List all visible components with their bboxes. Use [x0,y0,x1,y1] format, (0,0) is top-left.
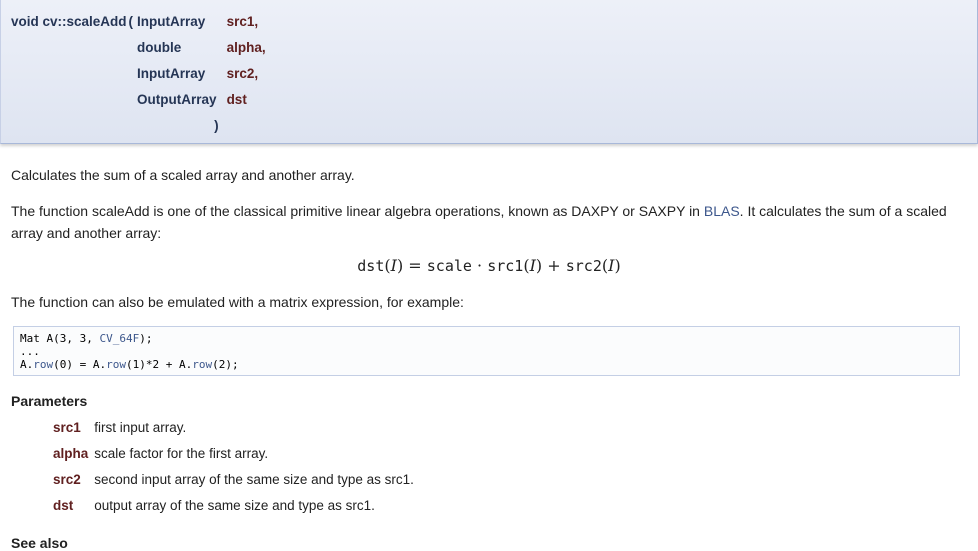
param-name: src1, [226,13,259,29]
param-type: OutputArray [137,91,217,107]
formula-eq: = [408,256,422,275]
parameters-table: src1 first input array. alpha scale fact… [53,414,414,518]
formula-arg: I [608,256,615,275]
param-name: dst [226,91,247,107]
formula-dot: · [477,256,483,275]
param-row: alpha scale factor for the first array. [53,440,414,466]
formula-arg: I [390,256,397,275]
param-type: double [137,39,182,55]
signature-table: void cv::scaleAdd ( InputArray src1, dou… [11,8,268,138]
code-fragment: Mat A(3, 3, CV_64F); ... A.row(0) = A.ro… [13,326,960,376]
close-paren: ) [214,117,219,133]
param-type: InputArray [137,65,206,81]
function-name: void cv::scaleAdd [11,13,127,29]
param-row: dst output array of the same size and ty… [53,492,414,518]
detailed-description: The function scaleAdd is one of the clas… [11,200,961,244]
code-text: (2); [212,358,239,371]
code-text: A. [20,358,34,371]
detail-text-after-link: . It calculates the sum of a scaled [739,203,947,219]
param-name: alpha, [226,39,266,55]
param-row-name: dst [53,497,74,513]
param-row-desc: first input array. [94,419,187,435]
param-name: src2, [226,65,259,81]
param-row-name: src2 [53,471,81,487]
blas-link[interactable]: BLAS [704,203,740,219]
detail-text: The function scaleAdd is one of the clas… [11,203,700,219]
formula-scale: scale [426,257,472,275]
formula-src1: src1 [487,257,524,275]
see-also-heading: See also [11,535,68,551]
code-keyword[interactable]: row [192,358,212,371]
code-keyword[interactable]: row [106,358,126,371]
formula: dst(I) = scale · src1(I) + src2(I) [357,256,621,275]
formula-plus: + [547,256,561,275]
brief-description: Calculates the sum of a scaled array and… [11,167,355,183]
param-row-desc: output array of the same size and type a… [94,497,375,513]
function-signature-box: void cv::scaleAdd ( InputArray src1, dou… [0,0,978,144]
param-row-desc: second input array of the same size and … [94,471,414,487]
code-line: Mat A(3, 3, CV_64F); [20,332,152,345]
param-type: InputArray [137,13,206,29]
param-row-name: alpha [53,445,89,461]
param-row: src2 second input array of the same size… [53,466,414,492]
formula-src2: src2 [565,257,602,275]
formula-dst: dst [357,257,385,275]
parameters-heading: Parameters [11,393,88,409]
open-paren: ( [128,13,134,29]
code-text: Mat A(3, 3, [20,332,100,345]
code-text: (1)*2 + A. [125,358,193,371]
code-text: (0) = A. [53,358,107,371]
emulate-text: The function can also be emulated with a… [11,294,464,310]
code-keyword[interactable]: CV_64F [99,332,139,345]
code-line: ... [20,345,40,358]
code-keyword[interactable]: row [33,358,53,371]
code-text: ); [139,332,153,345]
param-row-desc: scale factor for the first array. [94,445,269,461]
param-row: src1 first input array. [53,414,414,440]
param-row-name: src1 [53,419,81,435]
code-line: A.row(0) = A.row(1)*2 + A.row(2); [20,358,239,371]
detail-text-line2: array and another array: [11,225,162,241]
formula-arg: I [529,256,536,275]
